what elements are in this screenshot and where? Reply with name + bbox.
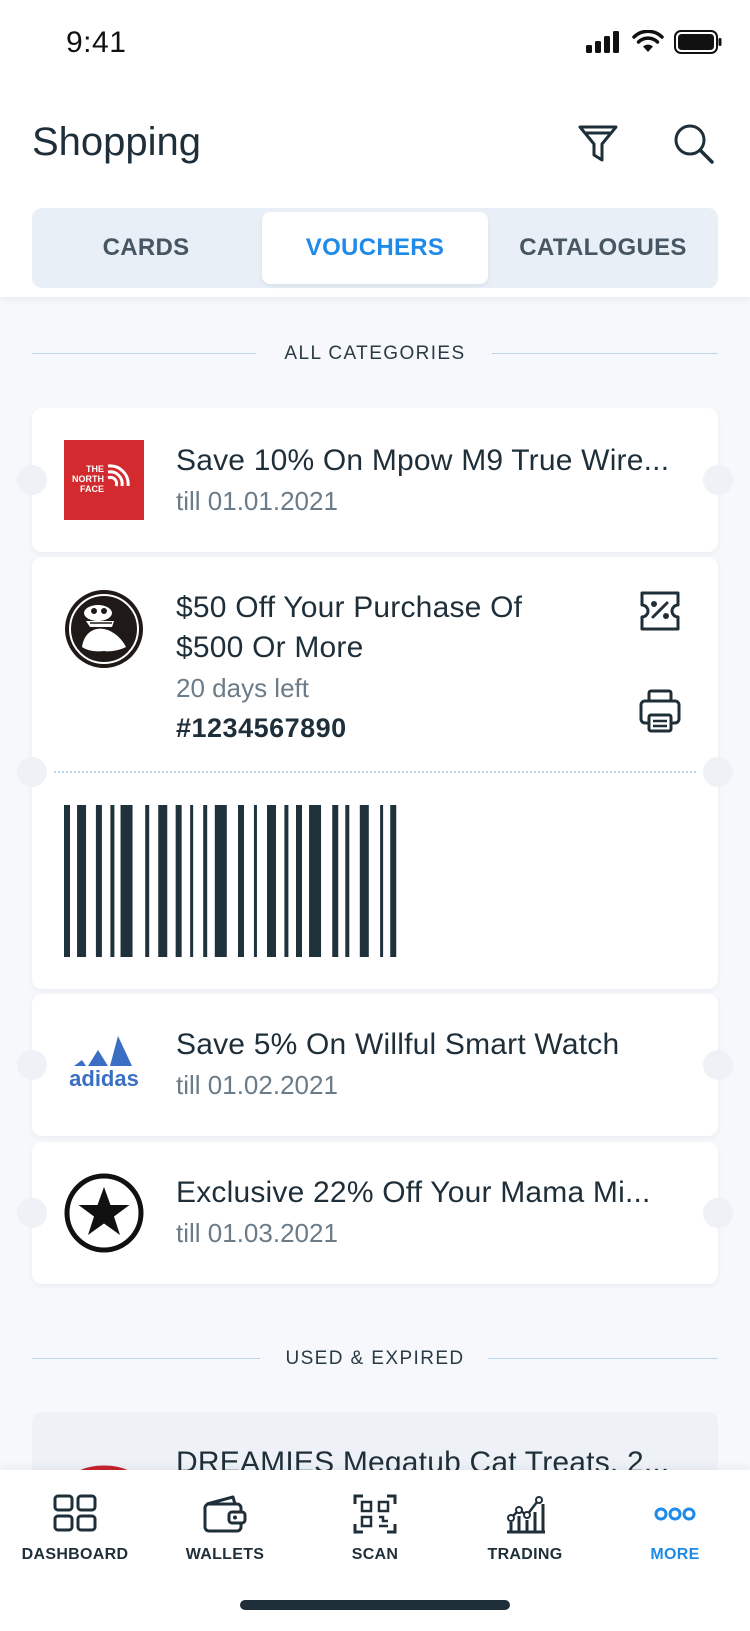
perforation-line [54,771,696,773]
voucher-title: Save 5% On Willful Smart Watch [176,1028,620,1061]
barcode-bar [64,805,70,957]
filter-button[interactable] [574,120,622,168]
barcode-bar [284,805,289,957]
barcode-bar [120,805,133,957]
filter-icon [578,125,618,162]
discount-ticket-icon [640,591,680,631]
barcode [64,805,397,957]
voucher-days-left: 20 days left [176,673,309,703]
status-icons [586,30,722,54]
barcode-bar [309,805,322,957]
nav-label: MORE [650,1546,700,1563]
tab-vouchers[interactable]: VOUCHERS [262,212,488,284]
barcode-bar [158,805,168,957]
status-time: 9:41 [66,26,127,59]
qr-scan-icon [353,1494,397,1534]
nav-more[interactable]: MORE [600,1494,750,1584]
voucher-expiry: till 01.03.2021 [176,1218,338,1248]
nav-wallets[interactable]: WALLETS [150,1494,300,1584]
barcode-bar [390,805,397,957]
voucher-code: #1234567890 [176,713,347,743]
barcode-bar [267,805,276,957]
voucher-expiry: till 01.01.2021 [176,486,338,516]
voucher-expiry: till 01.02.2021 [176,1070,338,1100]
north-face-logo: THE NORTH FACE [64,440,144,520]
barcode-bar [190,805,194,957]
discount-button[interactable] [636,587,684,635]
all-categories-divider: ALL CATEGORIES [32,343,718,364]
barcode-bar [77,805,87,957]
barcode-bar [253,805,257,957]
nav-label: TRADING [487,1546,563,1563]
barcode-bar [332,805,339,957]
dashboard-icon [53,1494,97,1532]
voucher-title-line-2: $500 Or More [176,631,364,664]
crocs-logo [64,589,144,669]
barcode-bar [380,805,384,957]
svg-text:NORTH: NORTH [72,474,104,484]
voucher-title-line-1: $50 Off Your Purchase Of [176,591,523,624]
tab-cards[interactable]: CARDS [36,212,256,284]
top-header: 9:41 Shopping CARDS VOUCHERS CATALOGUES [0,0,750,297]
home-indicator[interactable] [240,1600,510,1610]
adidas-logo: adidas [64,1024,144,1104]
wallet-icon [203,1495,247,1533]
barcode-bar [95,805,102,957]
more-dots-icon [654,1507,696,1521]
segment-tabs: CARDS VOUCHERS CATALOGUES [32,208,718,288]
trading-chart-icon [507,1496,545,1534]
barcode-bar [296,805,302,957]
voucher-card-expanded[interactable]: $50 Off Your Purchase Of $500 Or More 20… [17,557,733,989]
voucher-card[interactable]: adidas Save 5% On Willful Smart Watch ti… [17,994,733,1136]
nav-scan[interactable]: SCAN [300,1494,450,1584]
section-label-used-expired: USED & EXPIRED [285,1348,465,1369]
barcode-bar [345,805,350,957]
barcode-bar [110,805,115,957]
battery-icon [674,30,722,54]
tab-catalogues[interactable]: CATALOGUES [492,212,714,284]
voucher-card[interactable]: THE NORTH FACE Save 10% On Mpow M9 True … [17,408,733,552]
wifi-icon [632,30,664,52]
barcode-bar [175,805,182,957]
nav-label: SCAN [351,1546,399,1563]
nav-dashboard[interactable]: DASHBOARD [0,1494,150,1584]
barcode-bar [145,805,150,957]
barcode-bar [238,805,244,957]
nav-label: DASHBOARD [21,1546,129,1563]
voucher-title: Save 10% On Mpow M9 True Wire... [176,444,670,477]
barcode-bar [359,805,369,957]
section-label-all-categories: ALL CATEGORIES [284,343,466,364]
page-title: Shopping [32,120,202,164]
search-button[interactable] [670,120,718,168]
nav-trading[interactable]: TRADING [450,1494,600,1584]
converse-logo [64,1173,144,1253]
used-expired-divider: USED & EXPIRED [32,1348,718,1369]
voucher-card[interactable]: Exclusive 22% Off Your Mama Mi... till 0… [17,1142,733,1284]
voucher-title: Exclusive 22% Off Your Mama Mi... [176,1176,651,1209]
cellular-signal-icon [586,31,619,53]
svg-text:FACE: FACE [80,484,104,494]
barcode-bar [214,805,227,957]
search-icon [674,124,714,164]
print-button[interactable] [636,687,684,735]
svg-text:THE: THE [86,464,104,474]
svg-text:adidas: adidas [69,1066,139,1091]
barcode-bar [203,805,208,957]
printer-icon [639,689,681,733]
nav-label: WALLETS [185,1546,265,1563]
